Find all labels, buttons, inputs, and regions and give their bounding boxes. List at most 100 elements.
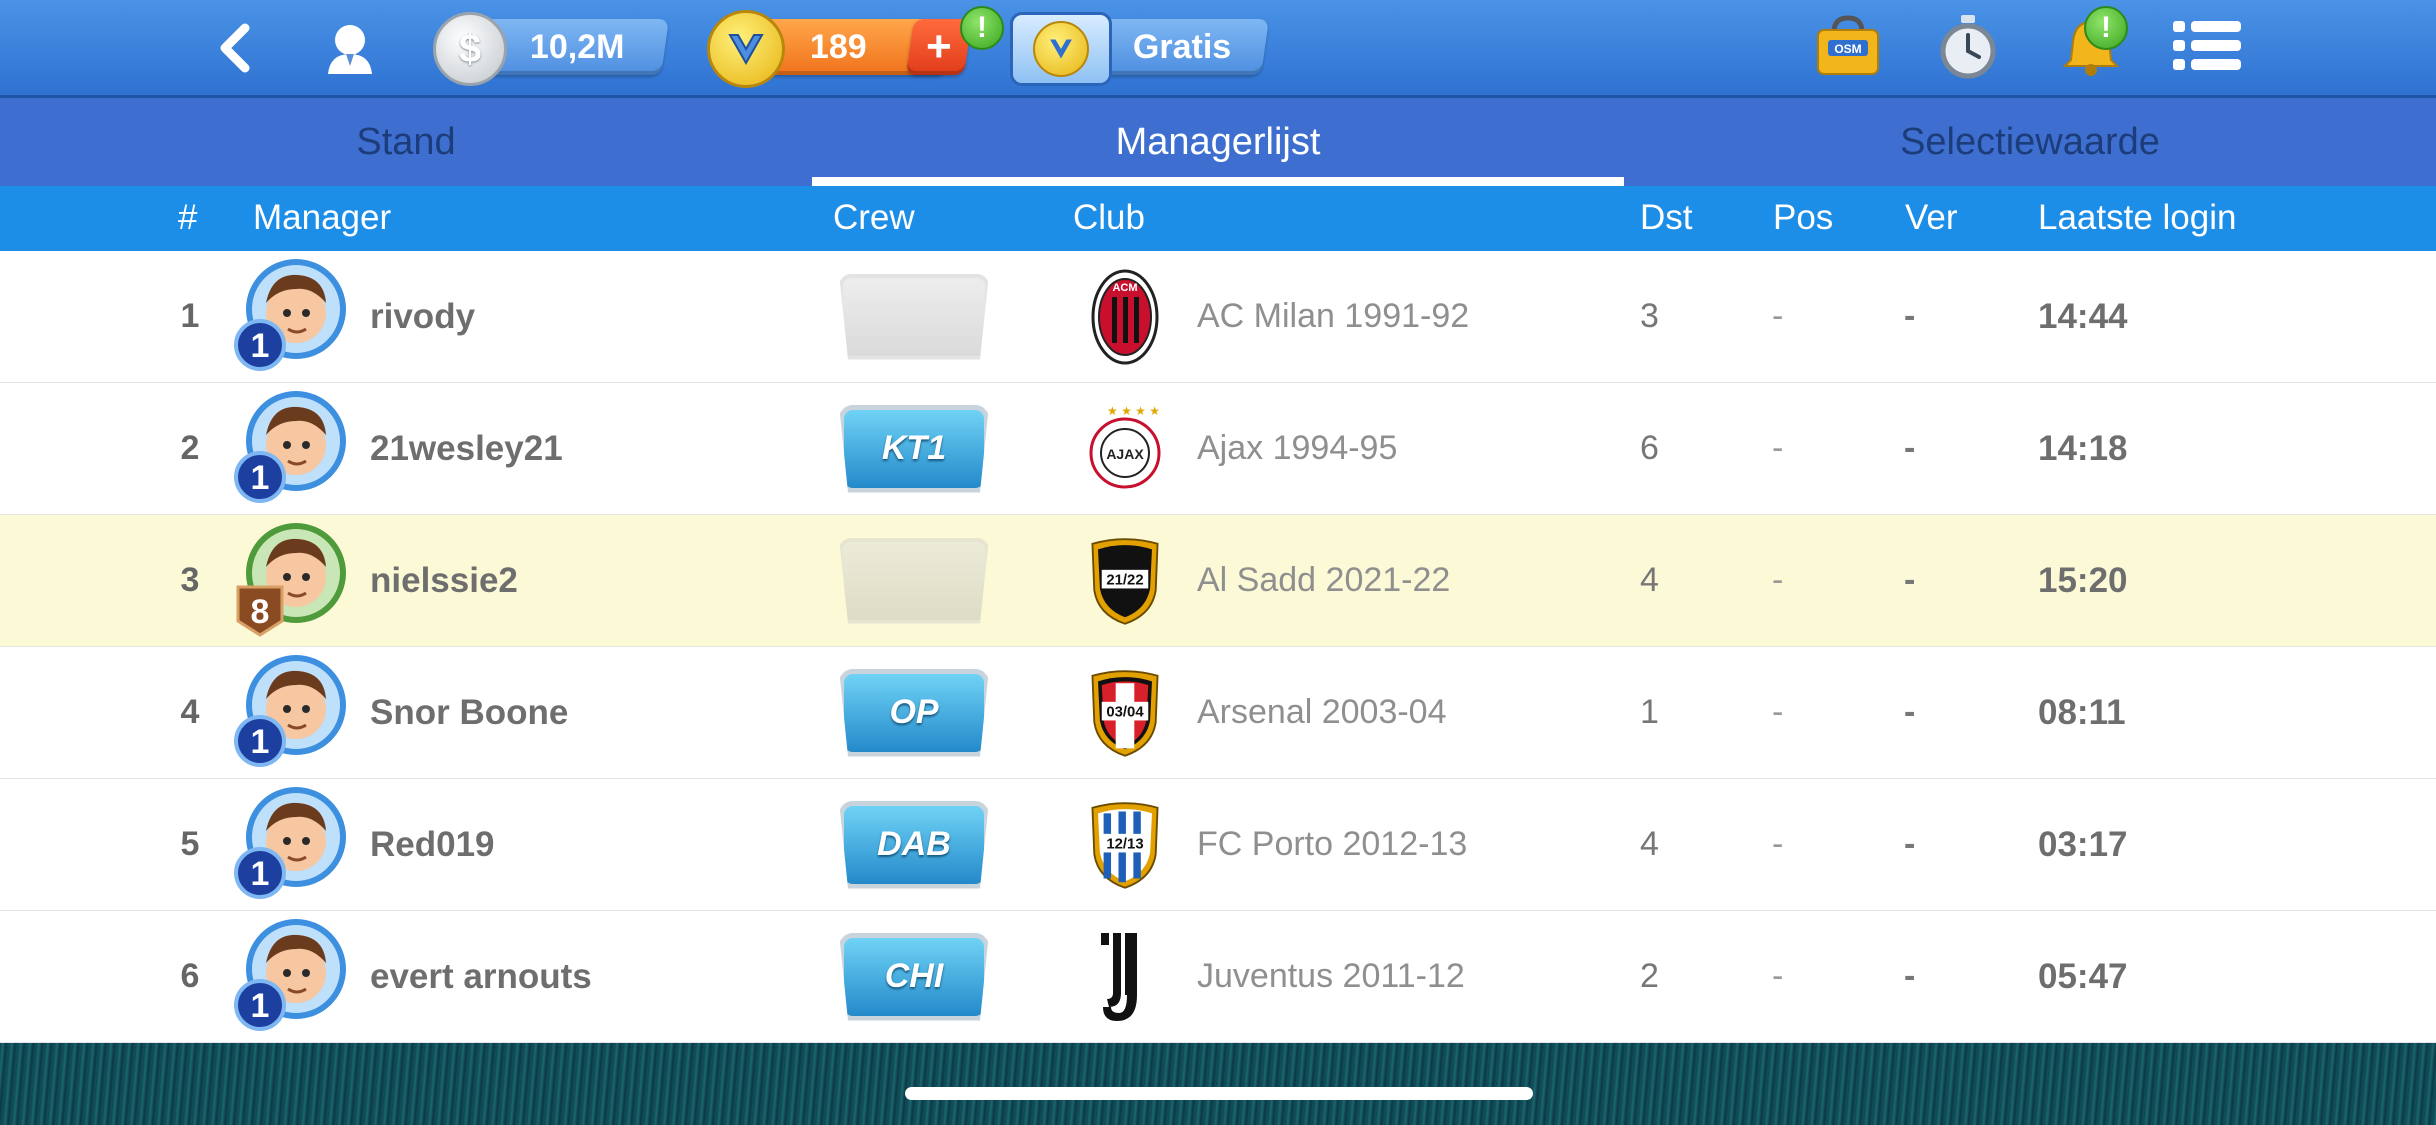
- table-row[interactable]: 6 1 evert arnouts CHI J Juventus 2011-12…: [0, 911, 2436, 1043]
- manager-name[interactable]: nielssie2: [370, 515, 518, 646]
- avatar: 1: [232, 779, 352, 910]
- club-logo-text: ACM: [1112, 282, 1137, 294]
- coins-alert-mark: !: [977, 11, 987, 44]
- shop-bag-label: OSM: [1834, 42, 1861, 56]
- crew-badge[interactable]: OP: [835, 647, 993, 778]
- table-row[interactable]: 2 1 21wesley21 KT1 ★ ★ ★ ★ AJAX Ajax 199…: [0, 383, 2436, 515]
- rank: 3: [180, 561, 200, 599]
- rank: 2: [180, 429, 200, 467]
- club-logo-icon: 12/13: [1085, 779, 1165, 910]
- gratis-label: Gratis: [1133, 27, 1232, 66]
- dollar-coin-icon: $: [433, 12, 507, 86]
- tab-selectiewaarde[interactable]: Selectiewaarde: [1624, 98, 2436, 186]
- pos-value: -: [1772, 429, 1784, 467]
- ver-value: -: [1904, 429, 1916, 467]
- col-ver-header: Ver: [1905, 198, 1958, 237]
- club-logo-icon: 03/04: [1085, 647, 1165, 778]
- ver-value: -: [1904, 693, 1916, 731]
- bell-alert-icon: !: [2084, 6, 2128, 50]
- ver-value: -: [1904, 561, 1916, 599]
- tab-bar: Stand Managerlijst Selectiewaarde: [0, 98, 2436, 186]
- home-indicator[interactable]: [905, 1087, 1533, 1100]
- dst-value: 6: [1640, 429, 1659, 467]
- table-row-own[interactable]: 3 8 nielssie2 21/22 Al Sadd 2021-22 4 -: [0, 515, 2436, 647]
- col-pos-header: Pos: [1773, 198, 1834, 237]
- table-row[interactable]: 1 1 rivody ACM AC Milan 1991-92 3 - - 14…: [0, 251, 2436, 383]
- crew-badge-label: CHI: [839, 932, 989, 1021]
- tab-managerlijst-label: Managerlijst: [1115, 120, 1321, 163]
- table-row[interactable]: 4 1 Snor Boone OP 03/04 Arsenal 2003-04 …: [0, 647, 2436, 779]
- last-login: 14:18: [2038, 428, 2128, 468]
- tab-managerlijst[interactable]: Managerlijst: [812, 98, 1624, 186]
- pos-value: -: [1772, 825, 1784, 863]
- rank: 1: [180, 297, 200, 335]
- level-badge: 1: [251, 327, 270, 365]
- plus-label: +: [926, 22, 952, 71]
- club-logo-text: AJAX: [1106, 446, 1144, 462]
- club-logo-text: 03/04: [1106, 704, 1144, 720]
- club-logo-text: 12/13: [1106, 836, 1143, 852]
- ver-value: -: [1904, 957, 1916, 995]
- manager-name[interactable]: evert arnouts: [370, 911, 592, 1042]
- manager-name[interactable]: 21wesley21: [370, 383, 563, 514]
- club-logo-icon: ACM: [1085, 251, 1165, 382]
- club-name: Juventus 2011-12: [1197, 957, 1465, 995]
- menu-list-icon[interactable]: [2172, 16, 2242, 76]
- pos-value: -: [1772, 561, 1784, 599]
- shop-bag-icon[interactable]: OSM: [1812, 12, 1884, 80]
- dst-value: 3: [1640, 297, 1659, 335]
- manager-name[interactable]: Snor Boone: [370, 647, 568, 778]
- ver-value: -: [1904, 297, 1916, 335]
- money-balance-value: 10,2M: [530, 27, 625, 66]
- last-login: 08:11: [2038, 692, 2126, 732]
- level-badge: 1: [251, 987, 270, 1025]
- crew-badge-label: KT1: [839, 404, 989, 493]
- back-icon[interactable]: [205, 18, 265, 78]
- crew-badge[interactable]: KT1: [835, 383, 993, 514]
- tab-selectiewaarde-label: Selectiewaarde: [1900, 120, 2160, 163]
- profile-icon[interactable]: [318, 16, 382, 80]
- col-dst-header: Dst: [1640, 198, 1693, 237]
- rank: 5: [180, 825, 200, 863]
- ver-value: -: [1904, 825, 1916, 863]
- col-club-header: Club: [1073, 198, 1145, 237]
- manager-name[interactable]: rivody: [370, 251, 475, 382]
- osm-coin-icon: [707, 10, 785, 88]
- col-crew-header: Crew: [833, 198, 915, 237]
- level-badge: 1: [251, 855, 270, 893]
- pos-value: -: [1772, 297, 1784, 335]
- club-logo-text: 21/22: [1106, 572, 1143, 588]
- col-login-header: Laatste login: [2038, 198, 2237, 237]
- crew-badge-label: OP: [839, 668, 989, 757]
- crew-badge-label: DAB: [839, 800, 989, 889]
- dst-value: 4: [1640, 561, 1659, 599]
- dst-value: 1: [1640, 693, 1659, 731]
- tab-stand[interactable]: Stand: [0, 98, 812, 186]
- avatar: 8: [232, 515, 352, 646]
- manager-name[interactable]: Red019: [370, 779, 495, 910]
- dst-value: 2: [1640, 957, 1659, 995]
- manager-list: 1 1 rivody ACM AC Milan 1991-92 3 - - 14…: [0, 251, 2436, 1043]
- top-bar: 10,2M $ 189 + ! Gratis OSM !: [0, 0, 2436, 98]
- club-logo-icon: ★ ★ ★ ★ AJAX: [1085, 383, 1165, 514]
- col-rank-header: #: [178, 198, 198, 237]
- background-grass: [0, 1043, 2436, 1125]
- video-coin-icon: [1010, 12, 1112, 86]
- svg-text:★ ★ ★ ★: ★ ★ ★ ★: [1107, 404, 1160, 418]
- stopwatch-icon[interactable]: [1937, 12, 1999, 80]
- dst-value: 4: [1640, 825, 1659, 863]
- club-name: Ajax 1994-95: [1197, 429, 1398, 467]
- table-row[interactable]: 5 1 Red019 DAB 12/13 FC Porto 2012-13 4: [0, 779, 2436, 911]
- avatar: 1: [232, 647, 352, 778]
- rank: 6: [180, 957, 200, 995]
- level-badge: 8: [251, 593, 270, 631]
- level-badge: 1: [251, 723, 270, 761]
- rank: 4: [180, 693, 200, 731]
- club-logo-icon: 21/22: [1085, 515, 1165, 646]
- bell-alert-mark: !: [2101, 11, 2111, 44]
- club-name: Al Sadd 2021-22: [1197, 561, 1451, 599]
- crew-empty-slot: [835, 515, 993, 646]
- crew-badge[interactable]: DAB: [835, 779, 993, 910]
- club-name: Arsenal 2003-04: [1197, 693, 1447, 731]
- crew-badge[interactable]: CHI: [835, 911, 993, 1042]
